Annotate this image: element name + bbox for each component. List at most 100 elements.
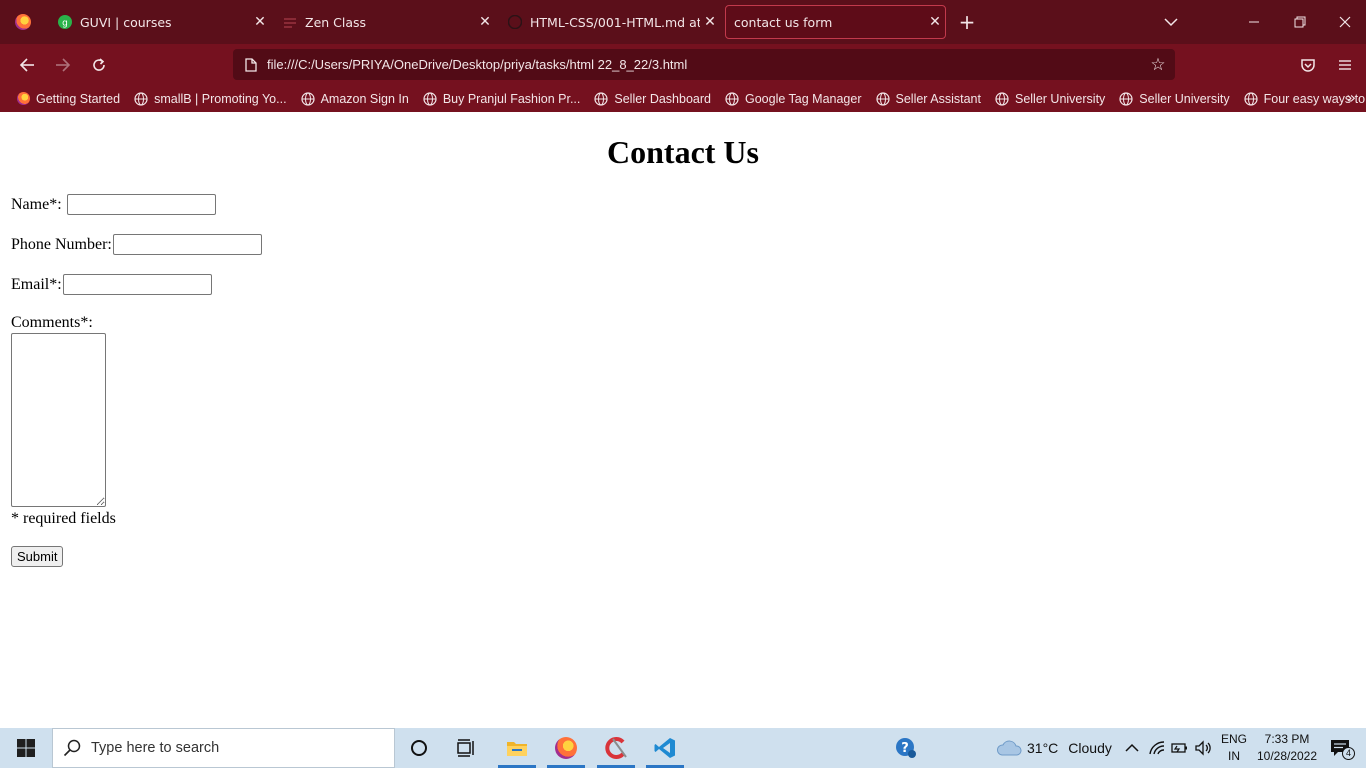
hamburger-menu-icon <box>1339 60 1351 70</box>
close-icon[interactable]: ✕ <box>925 12 945 32</box>
windows-taskbar: Type here to search ? 31°C Cloudy ENG IN <box>0 728 1366 768</box>
system-clock[interactable]: 7:33 PM 10/28/2022 <box>1253 731 1321 765</box>
bookmark-seller-assistant[interactable]: Seller Assistant <box>875 88 981 110</box>
firefox-icon <box>16 92 30 106</box>
start-button[interactable] <box>0 728 52 768</box>
bookmark-label: Getting Started <box>36 91 121 106</box>
speaker-icon <box>1195 740 1211 756</box>
chevron-double-right-icon[interactable]: » <box>1346 88 1356 107</box>
input-language-indicator[interactable]: ENG IN <box>1219 731 1249 765</box>
page-icon <box>235 57 267 72</box>
tab-contact-us-form[interactable]: contact us form ✕ <box>725 5 946 39</box>
firefox-taskbar-button[interactable] <box>543 728 589 768</box>
list-all-tabs-button[interactable] <box>1160 12 1182 32</box>
globe-icon <box>423 91 437 106</box>
vscode-icon <box>654 738 675 758</box>
wifi-icon <box>1149 741 1165 755</box>
bookmark-seller-dashboard[interactable]: Seller Dashboard <box>594 88 711 110</box>
page-content: Contact Us Name*: Phone Number: Email*: … <box>0 112 1366 728</box>
language-code: ENG <box>1220 732 1247 746</box>
help-icon: ? <box>896 738 916 758</box>
battery-tray-icon[interactable] <box>1171 728 1189 768</box>
github-icon <box>508 15 522 29</box>
email-field[interactable] <box>62 274 212 295</box>
globe-icon <box>725 91 739 106</box>
ccleaner-taskbar-button[interactable] <box>593 728 639 768</box>
phone-field[interactable] <box>112 234 262 255</box>
name-row: Name*: <box>11 194 216 215</box>
firefox-menu-button[interactable] <box>0 0 45 44</box>
submit-button[interactable]: Submit <box>11 546 64 567</box>
bookmark-amazon-sign-in[interactable]: Amazon Sign In <box>300 88 409 110</box>
email-label: Email*: <box>11 275 62 293</box>
phone-row: Phone Number: <box>11 234 262 255</box>
tab-guvi-courses[interactable]: g GUVI | courses ✕ <box>52 5 270 39</box>
back-button[interactable] <box>14 52 40 78</box>
volume-tray-icon[interactable] <box>1195 728 1213 768</box>
globe-icon <box>300 91 315 106</box>
comments-textarea[interactable] <box>11 333 106 507</box>
required-fields-note: * required fields <box>11 510 116 527</box>
close-icon[interactable]: ✕ <box>250 12 270 32</box>
task-view-button[interactable] <box>444 728 490 768</box>
forward-button[interactable] <box>50 52 76 78</box>
bookmark-star-icon[interactable]: ☆ <box>1141 55 1175 75</box>
minimize-icon <box>1249 21 1259 23</box>
globe-icon <box>875 91 890 106</box>
arrow-left-icon <box>19 58 34 72</box>
cortana-button[interactable] <box>396 728 442 768</box>
globe-icon <box>134 91 148 106</box>
minimize-button[interactable] <box>1231 0 1277 44</box>
cloud-icon <box>996 740 1022 756</box>
bookmark-label: smallB | Promoting Yo... <box>154 91 287 106</box>
app-menu-button[interactable] <box>1332 52 1358 78</box>
tab-bar: g GUVI | courses ✕ Zen Class ✕ HTML-CSS/… <box>0 0 1366 44</box>
url-text[interactable]: file:///C:/Users/PRIYA/OneDrive/Desktop/… <box>267 57 1141 72</box>
firefox-icon <box>555 737 577 759</box>
reload-icon <box>93 58 105 71</box>
show-hidden-icons-button[interactable] <box>1123 728 1141 768</box>
ccleaner-icon <box>605 737 627 759</box>
url-bar[interactable]: file:///C:/Users/PRIYA/OneDrive/Desktop/… <box>233 49 1175 80</box>
vscode-taskbar-button[interactable] <box>642 728 688 768</box>
folder-icon <box>507 742 527 756</box>
close-icon[interactable]: ✕ <box>700 12 720 32</box>
help-tray-button[interactable]: ? <box>883 728 929 768</box>
file-explorer-taskbar-button[interactable] <box>494 728 540 768</box>
bookmark-seller-university[interactable]: Seller University <box>995 88 1105 110</box>
windows-logo-icon <box>17 739 35 757</box>
bookmark-label: Seller University <box>1014 91 1106 106</box>
restore-button[interactable] <box>1277 0 1323 44</box>
bookmark-smallb[interactable]: smallB | Promoting Yo... <box>134 88 287 110</box>
tab-zen-class[interactable]: Zen Class ✕ <box>277 5 495 39</box>
bookmark-getting-started[interactable]: Getting Started <box>16 88 120 110</box>
taskbar-search-box[interactable]: Type here to search <box>52 728 395 768</box>
bookmark-label: Seller University <box>1139 91 1230 106</box>
svg-text:?: ? <box>901 741 909 756</box>
globe-icon <box>1119 91 1133 106</box>
bookmark-buy-pranjul[interactable]: Buy Pranjul Fashion Pr... <box>423 88 581 110</box>
battery-plug-icon <box>1171 743 1187 753</box>
bookmark-label: Seller Assistant <box>895 91 981 106</box>
page-title: Contact Us <box>607 134 759 170</box>
network-tray-icon[interactable] <box>1148 728 1166 768</box>
tab-github-html[interactable]: HTML-CSS/001-HTML.md at m ✕ <box>502 5 720 39</box>
new-tab-button[interactable]: + <box>955 10 979 34</box>
reload-button[interactable] <box>86 52 112 78</box>
weather-widget[interactable]: 31°C Cloudy <box>996 728 1112 768</box>
bookmark-seller-university-2[interactable]: Seller University <box>1119 88 1230 110</box>
notification-icon: 4 <box>1330 739 1355 760</box>
cortana-icon <box>411 740 427 756</box>
bookmark-label: Amazon Sign In <box>320 91 409 106</box>
action-center-button[interactable]: 4 <box>1326 728 1355 768</box>
bookmark-google-tag-manager[interactable]: Google Tag Manager <box>725 88 862 110</box>
name-field[interactable] <box>66 194 216 215</box>
close-window-button[interactable] <box>1322 0 1366 44</box>
close-icon[interactable]: ✕ <box>475 12 495 32</box>
pocket-button[interactable] <box>1295 52 1321 78</box>
notification-count-badge: 4 <box>1342 747 1355 760</box>
weather-description: Cloudy <box>1068 740 1112 756</box>
bookmark-label: Buy Pranjul Fashion Pr... <box>442 91 581 106</box>
globe-icon <box>995 91 1009 106</box>
tab-title: HTML-CSS/001-HTML.md at m <box>530 14 700 30</box>
